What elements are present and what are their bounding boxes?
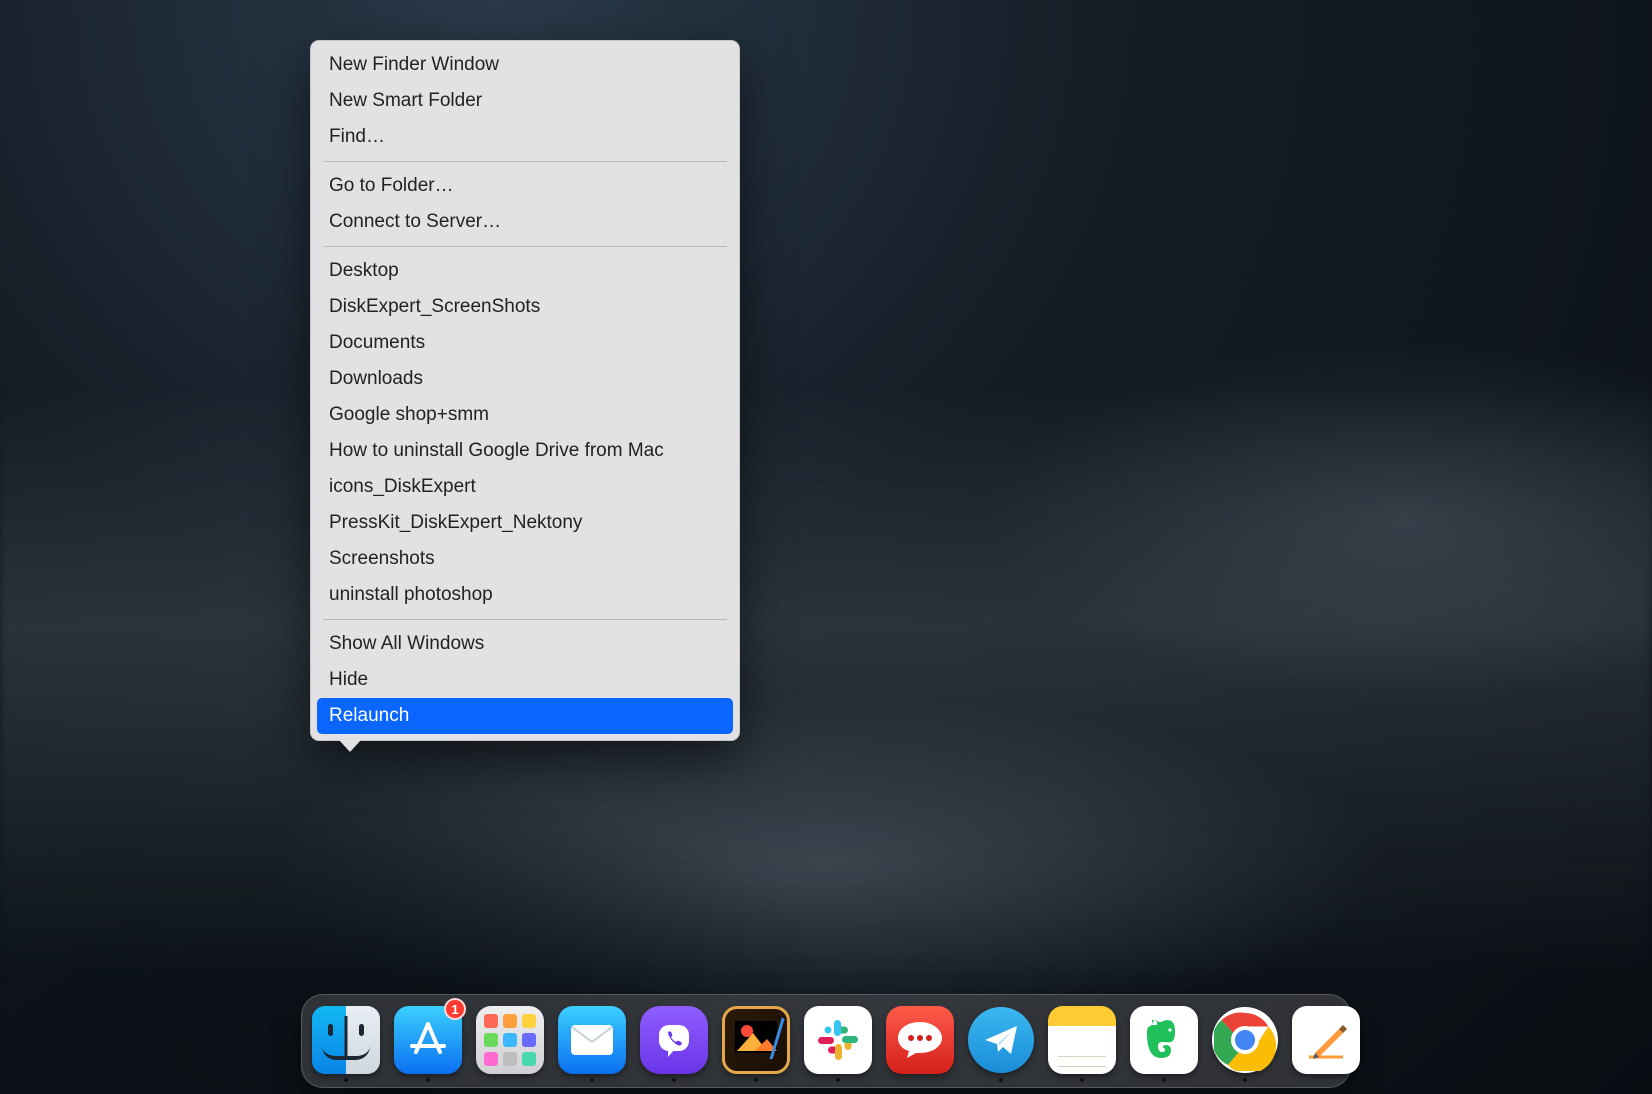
telegram-icon (968, 1007, 1034, 1073)
menu-item-desktop[interactable]: Desktop (311, 253, 739, 289)
menu-item-presskit-diskexpert-nektony[interactable]: PressKit_DiskExpert_Nektony (311, 505, 739, 541)
mail-icon (558, 1006, 626, 1074)
dock-app-notes[interactable] (1048, 1002, 1116, 1078)
dock-app-app-store[interactable]: 1 (394, 1002, 462, 1078)
dock-app-mail[interactable] (558, 1002, 626, 1078)
menu-separator (323, 246, 727, 247)
menu-item-go-to-folder[interactable]: Go to Folder… (311, 168, 739, 204)
running-indicator (672, 1078, 676, 1082)
menu-item-new-smart-folder[interactable]: New Smart Folder (311, 83, 739, 119)
menu-item-relaunch[interactable]: Relaunch (317, 698, 733, 734)
dock-app-telegram[interactable] (968, 1002, 1034, 1078)
dock-app-google-chrome[interactable] (1212, 1002, 1278, 1078)
menu-item-documents[interactable]: Documents (311, 325, 739, 361)
menu-item-how-to-uninstall-google-drive-from-mac[interactable]: How to uninstall Google Drive from Mac (311, 433, 739, 469)
slack-icon (804, 1006, 872, 1074)
menu-item-show-all-windows[interactable]: Show All Windows (311, 626, 739, 662)
menu-item-screenshots[interactable]: Screenshots (311, 541, 739, 577)
finder-dock-context-menu: New Finder WindowNew Smart FolderFind… Go… (310, 40, 740, 741)
menu-item-connect-to-server[interactable]: Connect to Server… (311, 204, 739, 240)
running-indicator (836, 1078, 840, 1082)
pages-icon (1292, 1006, 1360, 1074)
running-indicator (426, 1078, 430, 1082)
dock-app-viber[interactable] (640, 1002, 708, 1078)
launchpad-icon (476, 1006, 544, 1074)
dock-container: 1 (301, 994, 1351, 1088)
running-indicator (1080, 1078, 1084, 1082)
running-indicator (590, 1078, 594, 1082)
menu-item-hide[interactable]: Hide (311, 662, 739, 698)
menu-item-new-finder-window[interactable]: New Finder Window (311, 47, 739, 83)
dock-app-launchpad[interactable] (476, 1002, 544, 1078)
running-indicator (999, 1078, 1003, 1082)
dock: 1 (301, 994, 1351, 1088)
dock-app-pages[interactable] (1292, 1002, 1360, 1078)
dock-app-evernote[interactable] (1130, 1002, 1198, 1078)
menu-item-diskexpert-screenshots[interactable]: DiskExpert_ScreenShots (311, 289, 739, 325)
notes-icon (1048, 1006, 1116, 1074)
menu-separator (323, 619, 727, 620)
finder-icon (312, 1006, 380, 1074)
pixelmator-icon (722, 1006, 790, 1074)
menu-item-google-shop-smm[interactable]: Google shop+smm (311, 397, 739, 433)
evernote-icon (1130, 1006, 1198, 1074)
dock-app-slack[interactable] (804, 1002, 872, 1078)
notification-badge: 1 (444, 998, 466, 1020)
dock-app-finder[interactable] (312, 1002, 380, 1078)
running-indicator (1162, 1078, 1166, 1082)
viber-icon (640, 1006, 708, 1074)
running-indicator (1243, 1078, 1247, 1082)
dock-app-messages[interactable] (886, 1002, 954, 1078)
desktop-wallpaper-fog (0, 383, 1652, 985)
messages-icon (886, 1006, 954, 1074)
dock-app-pixelmator[interactable] (722, 1002, 790, 1078)
menu-item-find[interactable]: Find… (311, 119, 739, 155)
running-indicator (344, 1078, 348, 1082)
running-indicator (754, 1078, 758, 1082)
menu-item-icons-diskexpert[interactable]: icons_DiskExpert (311, 469, 739, 505)
menu-item-downloads[interactable]: Downloads (311, 361, 739, 397)
menu-separator (323, 161, 727, 162)
menu-item-uninstall-photoshop[interactable]: uninstall photoshop (311, 577, 739, 613)
google-chrome-icon (1212, 1007, 1278, 1073)
